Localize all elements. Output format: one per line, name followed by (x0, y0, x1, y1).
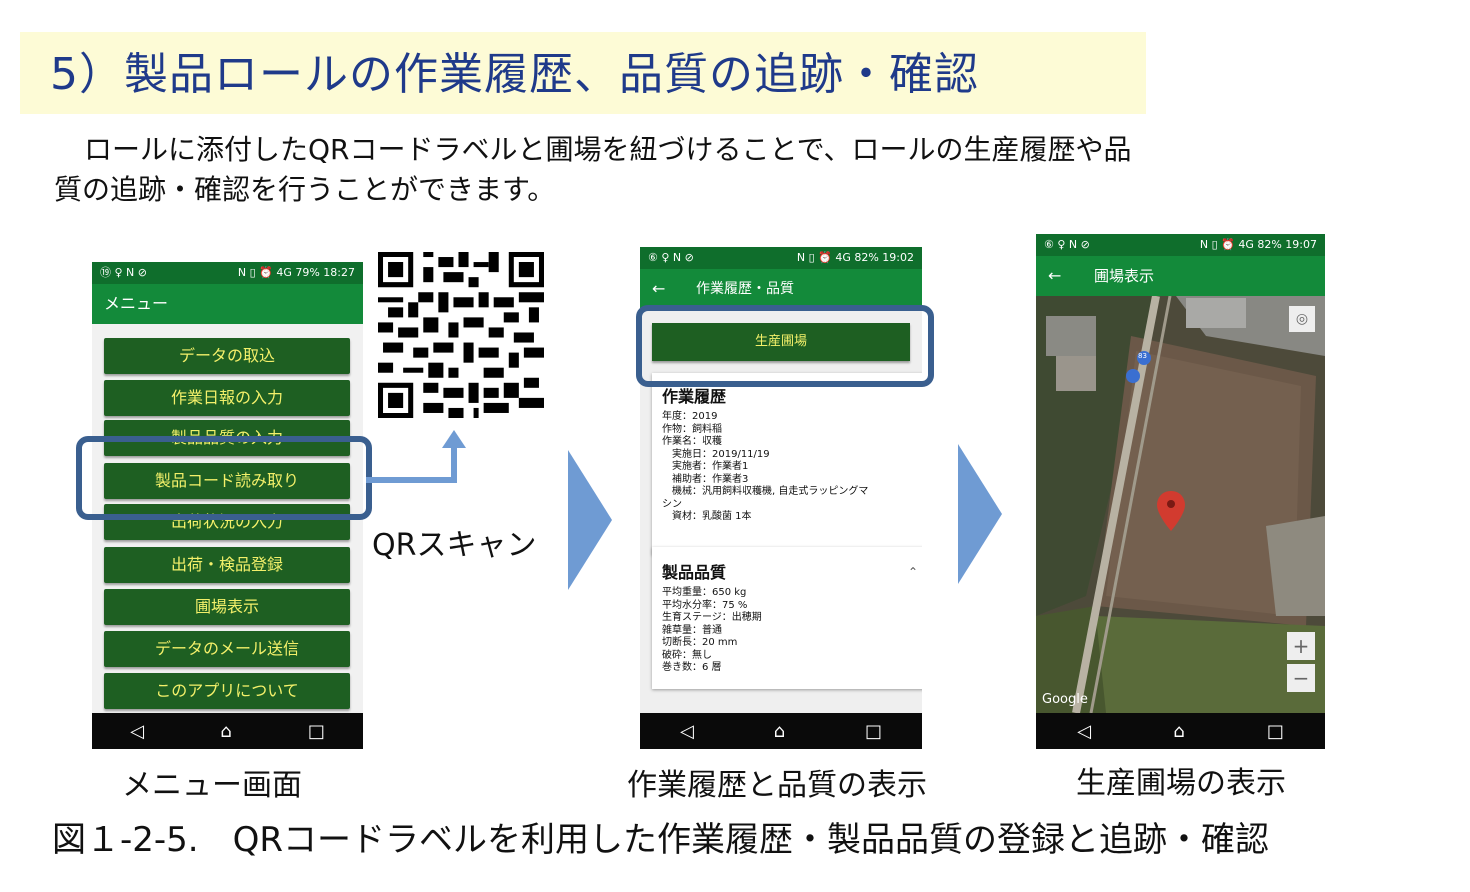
status-bar: ⑥ ♀ N ⊘ N ▯ ⏰ 4G 82% 19:07 (1036, 234, 1325, 256)
zoom-in-button[interactable]: + (1287, 632, 1315, 660)
quality-line: 平均水分率：75 % (662, 599, 748, 611)
app-bar-title: メニュー (104, 294, 169, 313)
history-line: シン (662, 498, 682, 510)
history-line: 作業名：収穫 (662, 436, 722, 447)
quality-line: 破砕：無し (662, 649, 712, 661)
section-title: 5）製品ロールの作業履歴、品質の追跡・確認 (50, 49, 979, 100)
recent-apps-icon[interactable]: □ (308, 721, 325, 742)
menu-button-email[interactable]: データのメール送信 (104, 631, 350, 667)
android-nav-bar: ◁ ⌂ □ (92, 713, 363, 749)
home-nav-icon[interactable]: ⌂ (774, 721, 785, 742)
intro-line-1: ロールに添付したQRコードラベルと圃場を紐づけることで、ロールの生産履歴や品 (84, 133, 1132, 166)
figure-caption: 図１-2-5. QRコードラベルを利用した作業履歴・製品品質の登録と追跡・確認 (52, 820, 1269, 860)
flow-arrow-1 (568, 450, 612, 590)
status-icons-left: ⑥ ♀ N ⊘ (1044, 238, 1090, 251)
collapse-icon[interactable]: ⌃ (908, 565, 918, 579)
qr-code-image (378, 252, 544, 418)
status-icons-right: N ▯ ⏰ 4G 82% 19:02 (796, 251, 914, 264)
google-logo: Google (1042, 692, 1088, 707)
back-arrow-icon[interactable]: ← (652, 269, 665, 309)
history-line: 実施者：作業者1 (662, 461, 749, 472)
my-location-icon[interactable]: ◎ (1289, 306, 1315, 332)
quality-lines: 平均重量：650 kg 平均水分率：75 % 生育ステージ：出穂期 雑草量：普通… (662, 587, 918, 675)
status-bar: ⑲ ♀ N ⊘ N ▯ ⏰ 4G 79% 18:27 (92, 262, 363, 284)
connector-arrow (366, 430, 466, 483)
status-icons-right: N ▯ ⏰ 4G 82% 19:07 (1199, 238, 1317, 251)
recent-apps-icon[interactable]: □ (1267, 721, 1284, 742)
highlight-field-button (636, 305, 934, 387)
quality-line: 切断長：20 mm (662, 637, 738, 648)
recent-apps-icon[interactable]: □ (865, 721, 882, 742)
quality-line: 平均重量：650 kg (662, 587, 747, 598)
status-icons-left: ⑥ ♀ N ⊘ (648, 251, 694, 264)
history-card: 作業履歴 ⌃ 年度：2019 作物：飼料稲 作業名：収穫 実施日：2019/11… (652, 373, 922, 555)
status-icons-left: ⑲ ♀ N ⊘ (100, 266, 147, 279)
app-bar: メニュー (92, 284, 363, 324)
history-line: 補助者：作業者3 (662, 473, 749, 485)
caption-history-screen: 作業履歴と品質の表示 (627, 768, 927, 803)
caption-map-screen: 生産圃場の表示 (1076, 766, 1286, 801)
flow-arrow-2 (958, 444, 1002, 584)
history-line: 資材：乳酸菌 1本 (662, 511, 752, 522)
back-nav-icon[interactable]: ◁ (680, 721, 694, 742)
status-bar: ⑥ ♀ N ⊘ N ▯ ⏰ 4G 82% 19:02 (640, 247, 922, 269)
android-nav-bar: ◁ ⌂ □ (640, 713, 922, 749)
status-icons-right: N ▯ ⏰ 4G 79% 18:27 (237, 266, 355, 279)
back-nav-icon[interactable]: ◁ (130, 721, 144, 742)
home-nav-icon[interactable]: ⌂ (1173, 721, 1184, 742)
quality-line: 雑草量：普通 (662, 624, 722, 636)
qr-scan-label: QRスキャン (372, 528, 537, 563)
android-nav-bar: ◁ ⌂ □ (1036, 713, 1325, 749)
road-number-label: 83 (1138, 352, 1147, 360)
back-nav-icon[interactable]: ◁ (1077, 721, 1091, 742)
caption-menu-screen: メニュー画面 (122, 768, 302, 803)
history-lines: 年度：2019 作物：飼料稲 作業名：収穫 実施日：2019/11/19 実施者… (662, 411, 918, 524)
history-line: 年度：2019 (662, 411, 718, 422)
quality-title: 製品品質 (662, 563, 727, 582)
history-line: 機械：汎用飼料収穫機, 自走式ラッピングマ (662, 486, 869, 497)
menu-button-daily-report[interactable]: 作業日報の入力 (104, 380, 350, 416)
map-imagery (1036, 296, 1325, 713)
phone-map-screen: ⑥ ♀ N ⊘ N ▯ ⏰ 4G 82% 19:07 ← 圃場表示 83 ◎ +… (1036, 234, 1325, 749)
home-nav-icon[interactable]: ⌂ (220, 721, 231, 742)
menu-button-import[interactable]: データの取込 (104, 338, 350, 374)
menu-button-about[interactable]: このアプリについて (104, 673, 350, 709)
satellite-map[interactable]: 83 ◎ + − Google (1036, 296, 1325, 713)
app-bar-title: 圃場表示 (1094, 267, 1155, 285)
back-arrow-icon[interactable]: ← (1048, 256, 1061, 296)
intro-line-2: 質の追跡・確認を行うことができます。 (54, 173, 556, 206)
highlight-read-code (76, 436, 372, 520)
app-bar: ← 圃場表示 (1036, 256, 1325, 296)
menu-button-field-display[interactable]: 圃場表示 (104, 589, 350, 625)
history-line: 作物：飼料稲 (662, 423, 722, 435)
quality-line: 巻き数：6 層 (662, 662, 722, 673)
history-line: 実施日：2019/11/19 (662, 448, 770, 460)
zoom-out-button[interactable]: − (1287, 664, 1315, 692)
quality-line: 生育ステージ：出穂期 (662, 612, 762, 623)
intro-paragraph: ロールに添付したQRコードラベルと圃場を紐づけることで、ロールの生産履歴や品 質… (54, 130, 1374, 210)
quality-card: 製品品質 ⌃ 平均重量：650 kg 平均水分率：75 % 生育ステージ：出穂期… (652, 547, 922, 689)
menu-button-shipping-inspection[interactable]: 出荷・検品登録 (104, 547, 350, 583)
app-bar-title: 作業履歴・品質 (696, 281, 794, 297)
app-bar: ← 作業履歴・品質 (640, 269, 922, 309)
